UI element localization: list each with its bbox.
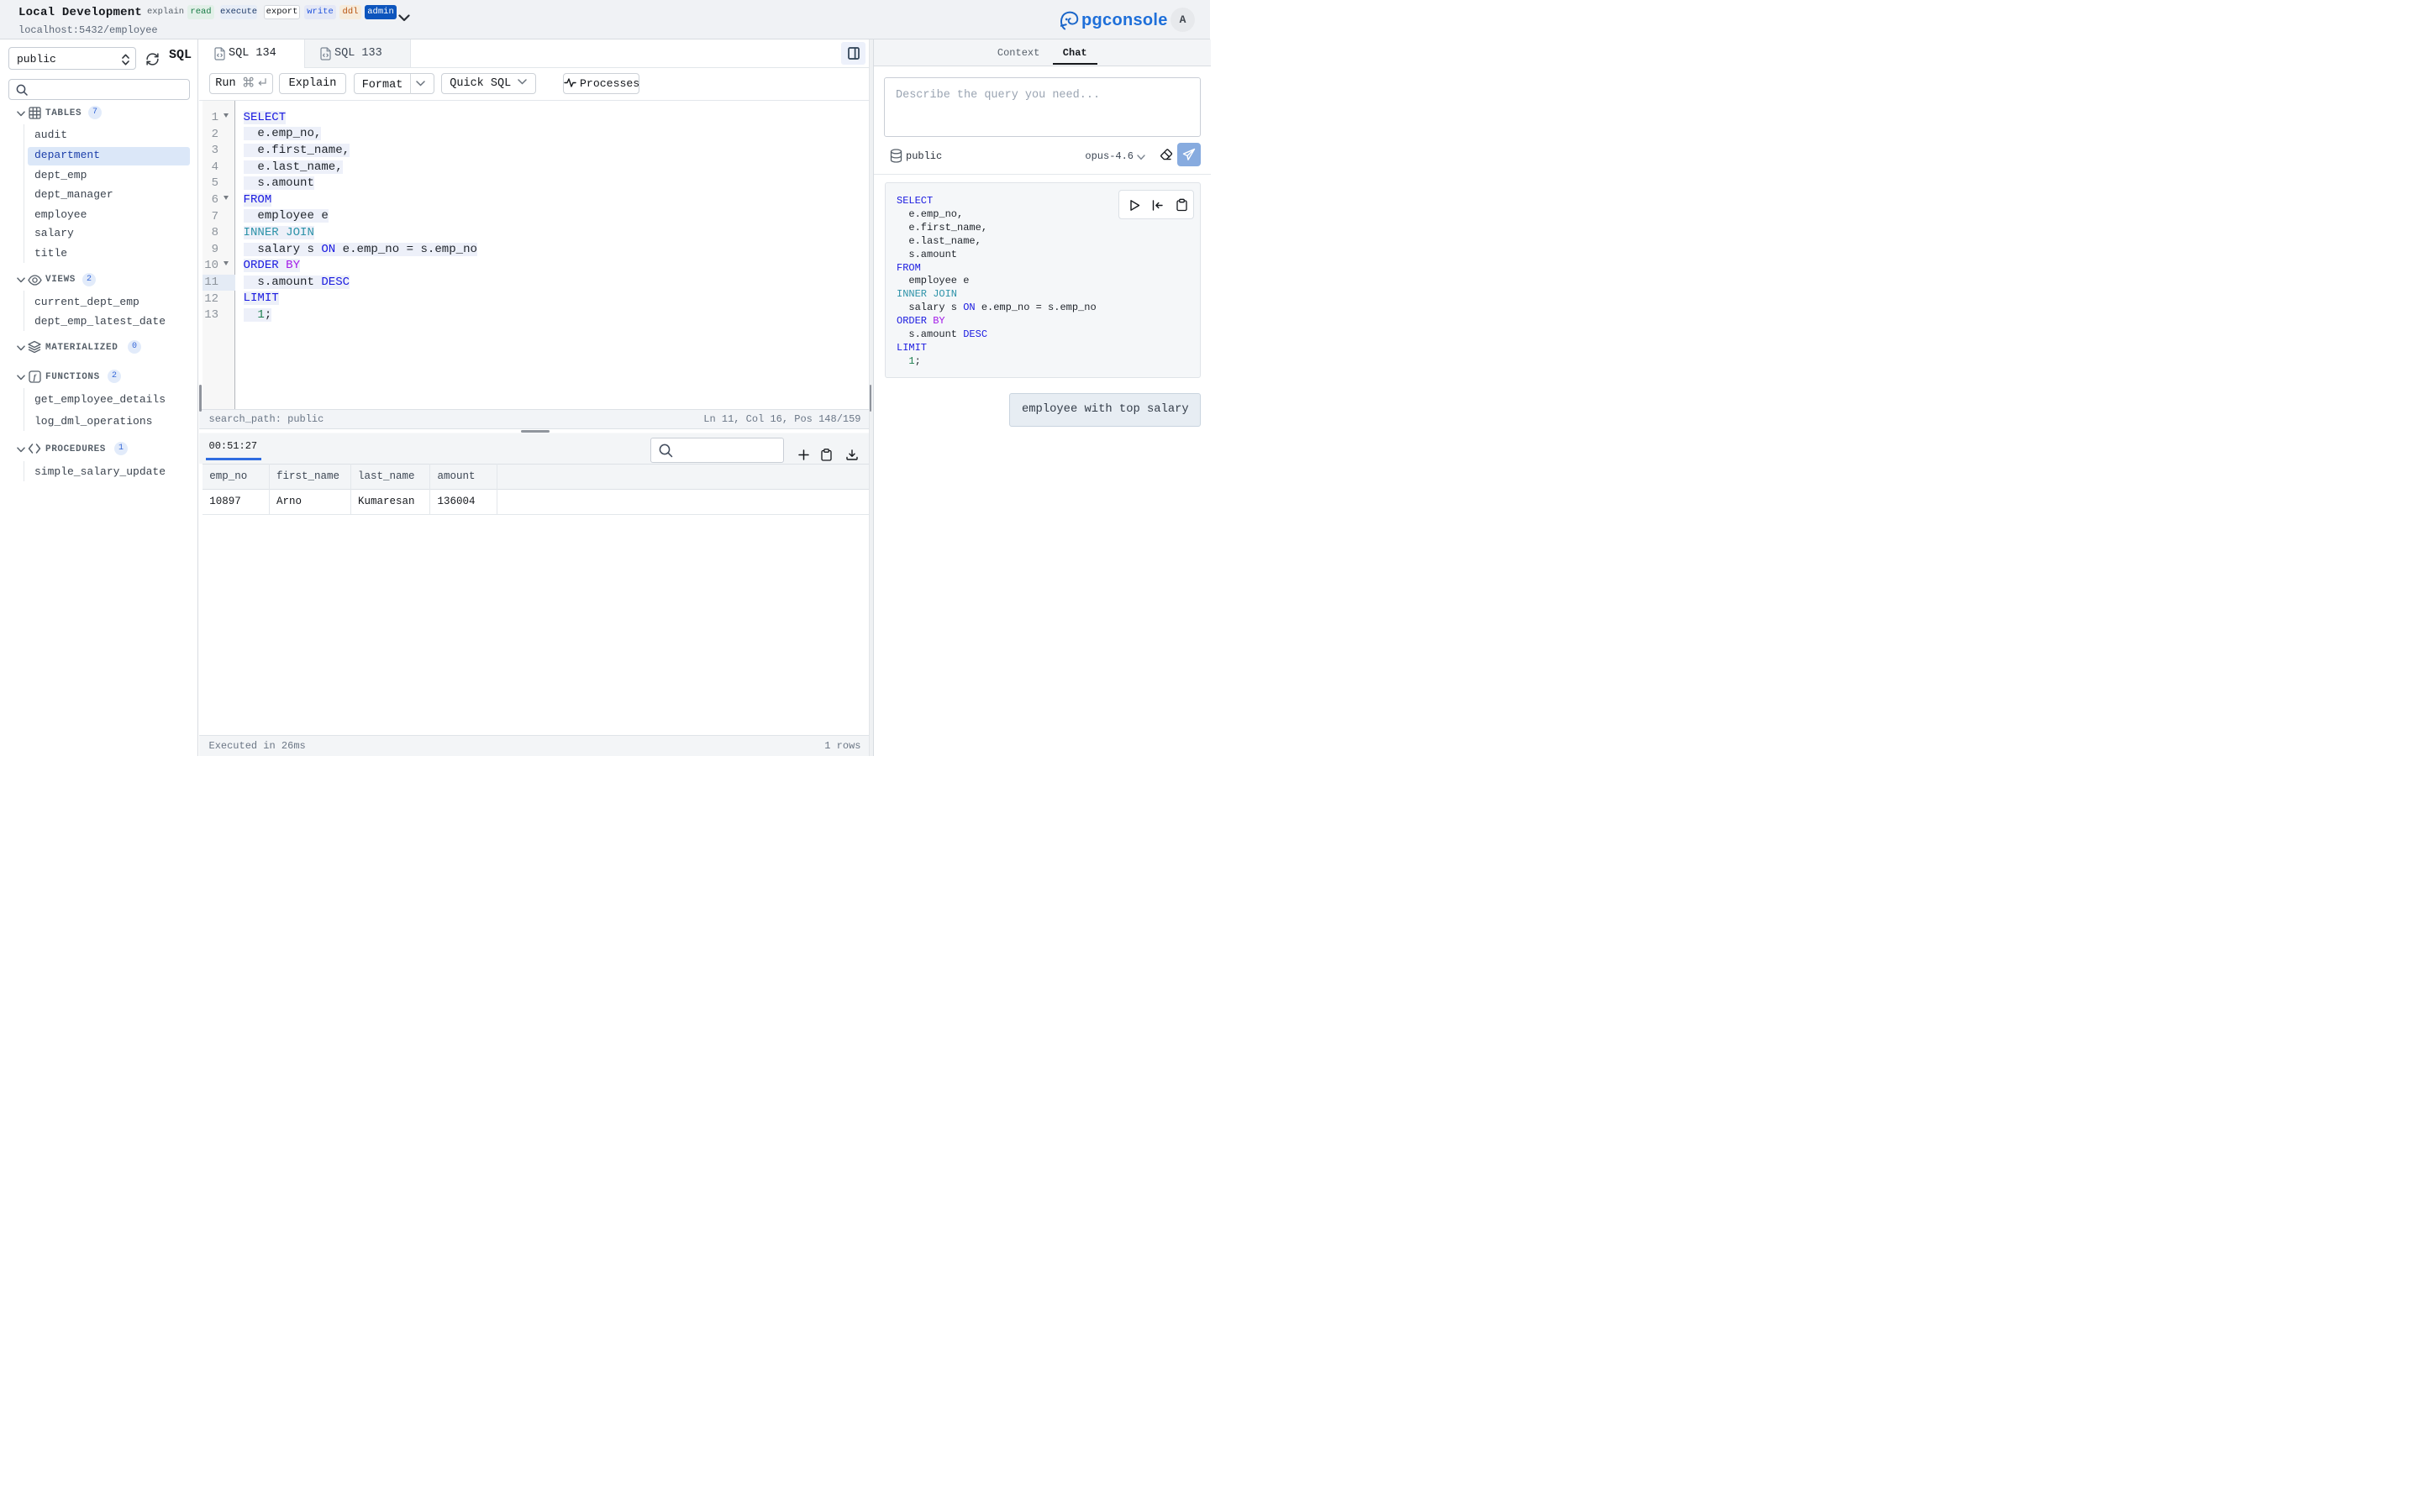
svg-text:f: f xyxy=(34,374,37,382)
